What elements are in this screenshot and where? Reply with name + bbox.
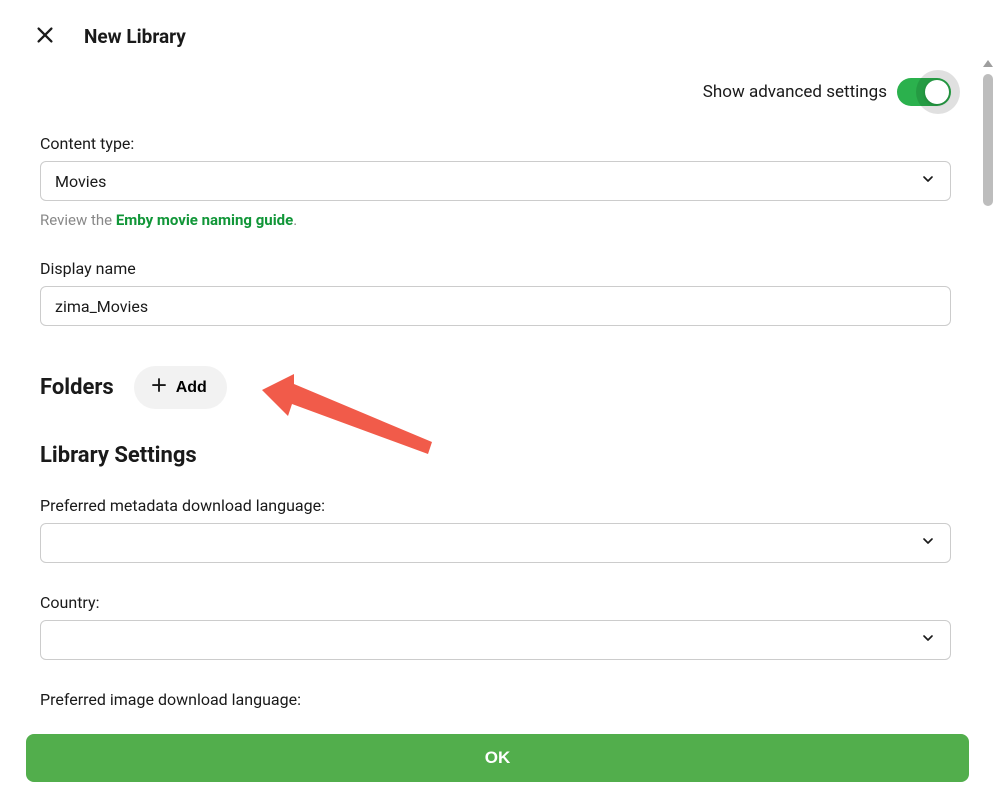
add-folder-button[interactable]: Add [134,366,227,409]
scrollbar-up-arrow[interactable] [983,60,993,67]
content-type-value: Movies [55,172,106,191]
display-name-value: zima_Movies [55,297,148,316]
pref-image-lang-label: Preferred image download language: [40,690,951,709]
content-type-helper: Review the Emby movie naming guide. [40,211,951,229]
scrollbar-thumb[interactable] [983,74,993,206]
library-settings-heading: Library Settings [40,443,951,468]
folders-heading: Folders [40,375,114,400]
pref-metadata-lang-label: Preferred metadata download language: [40,496,951,515]
display-name-input[interactable]: zima_Movies [40,286,951,326]
chevron-down-icon [920,533,936,553]
advanced-settings-label: Show advanced settings [703,82,887,102]
content-type-select[interactable]: Movies [40,161,951,201]
helper-suffix: . [293,211,297,229]
helper-prefix: Review the [40,211,116,229]
dialog-body[interactable]: Show advanced settings Content type: Mov… [0,60,981,718]
naming-guide-link[interactable]: Emby movie naming guide [116,211,293,229]
add-folder-label: Add [176,379,207,397]
ok-button[interactable]: OK [26,734,969,782]
country-select[interactable] [40,620,951,660]
close-icon [34,24,56,49]
advanced-settings-toggle[interactable] [897,78,951,106]
content-type-label: Content type: [40,134,951,153]
close-button[interactable] [30,20,60,53]
display-name-label: Display name [40,259,951,278]
chevron-down-icon [920,171,936,191]
pref-metadata-lang-select[interactable] [40,523,951,563]
country-label: Country: [40,593,951,612]
dialog-title: New Library [84,25,186,48]
toggle-knob [925,80,949,104]
plus-icon [150,376,168,399]
chevron-down-icon [920,630,936,650]
